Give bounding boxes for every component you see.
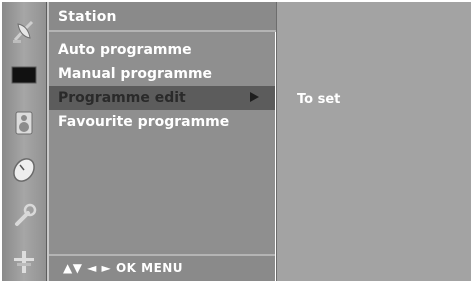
tv-osd-screen: Station Auto programme Manual programme … <box>0 0 473 283</box>
menu-item-label: Favourite programme <box>58 114 230 130</box>
info-panel: To set <box>276 2 471 281</box>
menu-item-label: Programme edit <box>58 90 186 106</box>
clock-icon[interactable] <box>8 154 40 186</box>
category-icon-column <box>2 2 47 281</box>
submenu-arrow-icon <box>250 92 259 102</box>
menu-item-manual-programme[interactable]: Manual programme <box>49 62 275 86</box>
speaker-icon[interactable] <box>8 107 40 139</box>
station-menu-panel: Station Auto programme Manual programme … <box>47 2 277 281</box>
menu-item-auto-programme[interactable]: Auto programme <box>49 38 275 62</box>
wrench-icon[interactable] <box>8 200 40 232</box>
menu-item-programme-edit[interactable]: Programme edit <box>49 86 275 110</box>
input-source-icon[interactable] <box>8 246 40 278</box>
menu-list: Auto programme Manual programme Programm… <box>49 34 275 250</box>
menu-title: Station <box>58 9 117 25</box>
menu-item-favourite-programme[interactable]: Favourite programme <box>49 110 275 134</box>
menu-header: Station <box>49 2 277 32</box>
navigation-hint: ▲▼ ◄ ► OK MENU <box>63 261 184 275</box>
satellite-dish-icon[interactable] <box>8 16 40 48</box>
navigation-hint-bar: ▲▼ ◄ ► OK MENU <box>49 254 275 281</box>
menu-item-label: Manual programme <box>58 66 213 82</box>
info-text: To set <box>297 92 341 107</box>
menu-item-label: Auto programme <box>58 42 192 58</box>
picture-icon[interactable] <box>8 59 40 91</box>
